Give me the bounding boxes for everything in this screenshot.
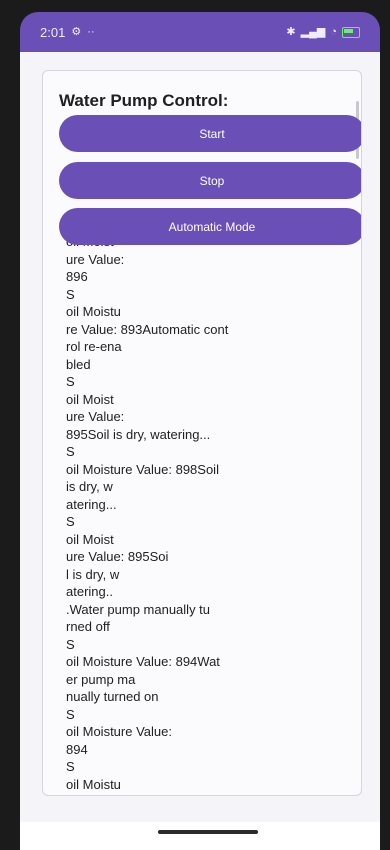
log-scroll-area[interactable]: oil Moist ure Value: 896 S oil Moistu re… bbox=[43, 239, 361, 795]
home-indicator[interactable] bbox=[158, 830, 258, 834]
phone-frame: 2:01 ⚙ ·· ✱ ▂▄▆ ◔ Water Pump Control: St… bbox=[8, 0, 382, 850]
start-button[interactable]: Start bbox=[59, 115, 361, 152]
automatic-mode-button[interactable]: Automatic Mode bbox=[59, 208, 361, 245]
status-left: 2:01 ⚙ ·· bbox=[40, 25, 95, 40]
wifi-icon: ◔ bbox=[330, 25, 337, 38]
page-title: Water Pump Control: bbox=[59, 91, 229, 110]
stop-button[interactable]: Stop bbox=[59, 162, 361, 199]
control-card: Water Pump Control: Start Stop Automatic… bbox=[42, 70, 362, 796]
battery-icon bbox=[342, 26, 360, 38]
settings-icon: ⚙ bbox=[71, 25, 82, 38]
moisture-log-text: oil Moist ure Value: 896 S oil Moistu re… bbox=[66, 239, 229, 792]
status-time: 2:01 bbox=[40, 24, 66, 40]
status-bar: 2:01 ⚙ ·· ✱ ▂▄▆ ◔ bbox=[20, 12, 380, 52]
bluetooth-icon: ✱ bbox=[286, 25, 296, 38]
more-dots-icon: ·· bbox=[87, 25, 95, 38]
status-right: ✱ ▂▄▆ ◔ bbox=[286, 25, 360, 38]
app-screen: Water Pump Control: Start Stop Automatic… bbox=[20, 52, 380, 822]
signal-icon: ▂▄▆ bbox=[300, 25, 326, 38]
navigation-bar bbox=[20, 822, 380, 850]
